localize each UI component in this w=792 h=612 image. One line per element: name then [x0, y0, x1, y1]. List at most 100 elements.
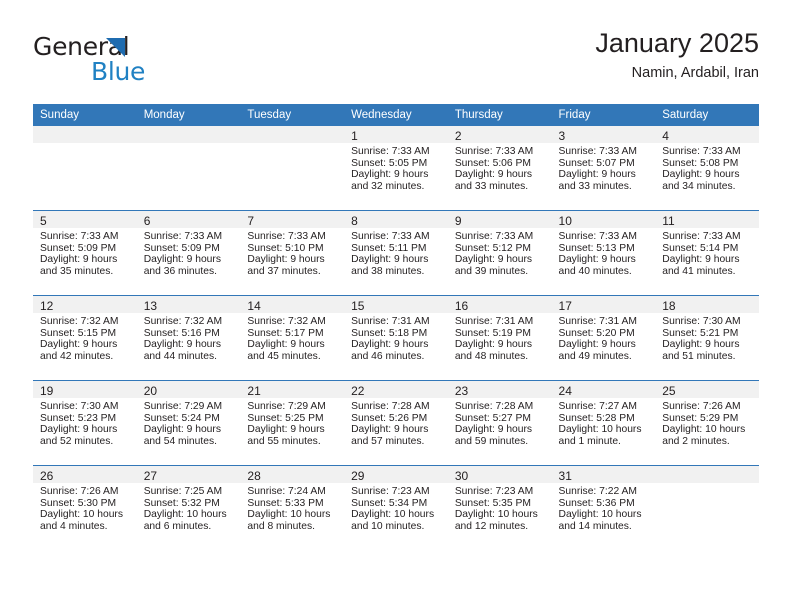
calendar-day-cell[interactable]: 5 Sunrise: 7:33 AM Sunset: 5:09 PM Daylight…: [33, 210, 137, 296]
calendar-day-cell[interactable]: 13 Sunrise: 7:32 AM Sunset: 5:16 PM Dayligh…: [136, 295, 241, 381]
calendar-day-cell[interactable]: 25 Sunrise: 7:26 AM Sunset: 5:29 PM Dayligh…: [655, 380, 759, 466]
daylight-text-line2: and 34 minutes.: [662, 180, 736, 192]
sunset-text: Sunset: 5:36 PM: [558, 497, 635, 509]
day-number: 5: [40, 214, 47, 228]
calendar-day-cell[interactable]: 16 Sunrise: 7:31 AM Sunset: 5:19 PM Dayligh…: [447, 295, 552, 381]
sunrise-text: Sunrise: 7:26 AM: [662, 401, 741, 412]
daylight-text-line1: Daylight: 9 hours: [40, 254, 118, 266]
daylight-text-line1: Daylight: 9 hours: [143, 339, 221, 351]
day-number-band: 7: [240, 211, 345, 228]
calendar-day-cell[interactable]: 1 Sunrise: 7:33 AM Sunset: 5:05 PM Daylight…: [344, 126, 448, 211]
calendar-day-cell[interactable]: 18 Sunrise: 7:30 AM Sunset: 5:21 PM Dayligh…: [655, 295, 759, 381]
sunrise-text: Sunrise: 7:27 AM: [558, 401, 637, 412]
day-number: 6: [143, 214, 151, 228]
day-number: 8: [351, 214, 358, 228]
calendar-day-cell[interactable]: 23 Sunrise: 7:28 AM Sunset: 5:27 PM Dayligh…: [447, 380, 552, 466]
sunrise-text: Sunrise: 7:33 AM: [662, 231, 741, 242]
day-cell-details: Sunrise: 7:28 AM Sunset: 5:26 PM Daylight:…: [344, 398, 448, 447]
daylight-text-line1: Daylight: 9 hours: [40, 339, 118, 351]
daylight-text-line1: Daylight: 9 hours: [247, 424, 325, 436]
day-cell-details: Sunrise: 7:24 AM Sunset: 5:33 PM Daylight:…: [240, 483, 344, 532]
calendar-week-row: 5 Sunrise: 7:33 AM Sunset: 5:09 PM Daylight…: [33, 210, 759, 296]
day-number: 19: [40, 384, 54, 398]
weekday-header-tuesday: Tuesday: [240, 104, 345, 126]
weekday-header-thursday: Thursday: [447, 104, 552, 126]
generalblue-logo[interactable]: General Blue: [33, 34, 243, 90]
daylight-text-line2: and 51 minutes.: [662, 350, 736, 362]
daylight-text-line2: and 44 minutes.: [143, 350, 217, 362]
sunset-text: Sunset: 5:09 PM: [40, 242, 117, 254]
sunrise-text: Sunrise: 7:33 AM: [247, 231, 326, 242]
calendar-day-cell[interactable]: 26 Sunrise: 7:26 AM Sunset: 5:30 PM Dayligh…: [33, 465, 137, 550]
sunrise-text: Sunrise: 7:28 AM: [454, 401, 534, 412]
day-number-band: 24: [551, 381, 656, 398]
day-number-band: 4: [655, 126, 759, 143]
sunrise-text: Sunrise: 7:31 AM: [454, 316, 534, 327]
daylight-text-line2: and 6 minutes.: [143, 520, 212, 532]
day-number: 30: [454, 469, 469, 483]
calendar-week-row: 19 Sunrise: 7:30 AM Sunset: 5:23 PM Dayligh…: [33, 380, 759, 466]
day-number: 27: [143, 469, 158, 483]
day-number-band: 1: [344, 126, 448, 143]
sunrise-text: Sunrise: 7:32 AM: [40, 316, 119, 327]
calendar-day-cell[interactable]: 30 Sunrise: 7:23 AM Sunset: 5:35 PM Dayligh…: [447, 465, 552, 550]
day-number-band: 19: [33, 381, 137, 398]
daylight-text-line1: Daylight: 10 hours: [454, 509, 538, 521]
day-number: 3: [558, 129, 566, 143]
sunset-text: Sunset: 5:20 PM: [558, 327, 635, 339]
calendar-day-cell[interactable]: 31 Sunrise: 7:22 AM Sunset: 5:36 PM Dayligh…: [551, 465, 656, 550]
calendar-day-cell[interactable]: 2 Sunrise: 7:33 AM Sunset: 5:06 PM Daylight…: [447, 126, 552, 211]
daylight-text-line1: Daylight: 10 hours: [247, 509, 331, 521]
sunset-text: Sunset: 5:18 PM: [351, 327, 428, 339]
title-block: January 2025 Namin, Ardabil, Iran: [595, 26, 759, 83]
daylight-text-line1: Daylight: 9 hours: [40, 424, 118, 436]
daylight-text-line2: and 39 minutes.: [454, 265, 529, 277]
daylight-text-line1: Daylight: 9 hours: [351, 254, 429, 266]
calendar-day-cell[interactable]: 20 Sunrise: 7:29 AM Sunset: 5:24 PM Dayligh…: [136, 380, 241, 466]
calendar-day-cell[interactable]: 8 Sunrise: 7:33 AM Sunset: 5:11 PM Daylight…: [344, 210, 448, 296]
calendar-day-cell[interactable]: 14 Sunrise: 7:32 AM Sunset: 5:17 PM Dayligh…: [240, 295, 345, 381]
calendar-day-cell[interactable]: 9 Sunrise: 7:33 AM Sunset: 5:12 PM Daylight…: [447, 210, 552, 296]
sunrise-text: Sunrise: 7:33 AM: [454, 231, 534, 242]
calendar-day-cell[interactable]: 27 Sunrise: 7:25 AM Sunset: 5:32 PM Dayligh…: [136, 465, 241, 550]
daylight-text-line1: Daylight: 10 hours: [662, 424, 746, 436]
calendar-day-cell[interactable]: 4 Sunrise: 7:33 AM Sunset: 5:08 PM Daylight…: [655, 126, 759, 211]
calendar-day-cell[interactable]: 6 Sunrise: 7:33 AM Sunset: 5:09 PM Daylight…: [136, 210, 241, 296]
sunset-text: Sunset: 5:33 PM: [247, 497, 324, 509]
day-number-band: 8: [344, 211, 448, 228]
sunset-text: Sunset: 5:14 PM: [662, 242, 739, 254]
day-number-band: 10: [551, 211, 656, 228]
day-cell-details: Sunrise: 7:31 AM Sunset: 5:18 PM Daylight:…: [344, 313, 448, 362]
calendar-day-cell[interactable]: 24 Sunrise: 7:27 AM Sunset: 5:28 PM Dayligh…: [551, 380, 656, 466]
calendar-day-cell-empty: [33, 126, 137, 211]
calendar-day-cell[interactable]: 17 Sunrise: 7:31 AM Sunset: 5:20 PM Dayligh…: [551, 295, 656, 381]
sunrise-text: Sunrise: 7:33 AM: [558, 231, 637, 242]
day-cell-details: Sunrise: 7:33 AM Sunset: 5:06 PM Daylight:…: [448, 143, 552, 192]
calendar-day-cell[interactable]: 22 Sunrise: 7:28 AM Sunset: 5:26 PM Dayligh…: [344, 380, 448, 466]
sunset-text: Sunset: 5:09 PM: [143, 242, 220, 254]
calendar-day-cell[interactable]: 12 Sunrise: 7:32 AM Sunset: 5:15 PM Dayligh…: [33, 295, 137, 381]
calendar-day-cell-empty: [136, 126, 241, 211]
calendar-day-cell[interactable]: 28 Sunrise: 7:24 AM Sunset: 5:33 PM Dayligh…: [240, 465, 345, 550]
calendar-day-cell[interactable]: 3 Sunrise: 7:33 AM Sunset: 5:07 PM Daylight…: [551, 126, 656, 211]
sunrise-text: Sunrise: 7:24 AM: [247, 486, 326, 497]
day-cell-details: Sunrise: 7:32 AM Sunset: 5:15 PM Daylight:…: [33, 313, 137, 362]
daylight-text-line1: Daylight: 9 hours: [662, 339, 740, 351]
day-number-band: 3: [551, 126, 656, 143]
calendar-day-cell[interactable]: 21 Sunrise: 7:29 AM Sunset: 5:25 PM Dayligh…: [240, 380, 345, 466]
day-cell-details: Sunrise: 7:32 AM Sunset: 5:16 PM Daylight:…: [137, 313, 241, 362]
calendar-day-cell[interactable]: 7 Sunrise: 7:33 AM Sunset: 5:10 PM Daylight…: [240, 210, 345, 296]
calendar-day-cell[interactable]: 29 Sunrise: 7:23 AM Sunset: 5:34 PM Dayligh…: [344, 465, 448, 550]
daylight-text-line2: and 59 minutes.: [454, 435, 529, 447]
day-number: 4: [662, 129, 669, 143]
calendar-day-cell[interactable]: 11 Sunrise: 7:33 AM Sunset: 5:14 PM Dayligh…: [655, 210, 759, 296]
day-cell-details: Sunrise: 7:33 AM Sunset: 5:11 PM Daylight:…: [344, 228, 448, 277]
calendar-body: 1 Sunrise: 7:33 AM Sunset: 5:05 PM Daylight…: [33, 126, 759, 550]
day-number-band: 25: [655, 381, 759, 398]
day-cell-details: Sunrise: 7:29 AM Sunset: 5:25 PM Daylight:…: [240, 398, 344, 447]
calendar-day-cell[interactable]: 10 Sunrise: 7:33 AM Sunset: 5:13 PM Dayligh…: [551, 210, 656, 296]
calendar-day-cell[interactable]: 15 Sunrise: 7:31 AM Sunset: 5:18 PM Dayligh…: [344, 295, 448, 381]
calendar-week-row: 12 Sunrise: 7:32 AM Sunset: 5:15 PM Dayligh…: [33, 295, 759, 381]
sunset-text: Sunset: 5:32 PM: [143, 497, 220, 509]
calendar-day-cell[interactable]: 19 Sunrise: 7:30 AM Sunset: 5:23 PM Dayligh…: [33, 380, 137, 466]
